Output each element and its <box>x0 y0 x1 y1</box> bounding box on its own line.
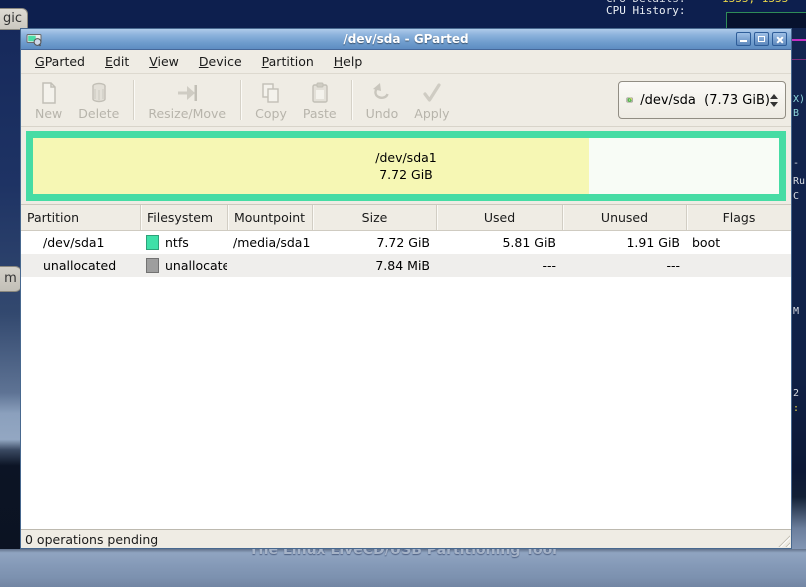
header-filesystem: Filesystem <box>140 205 227 230</box>
desktop: CPU Details: 1333, 1333 CPU History: X) … <box>0 0 806 587</box>
filesystem-color-swatch <box>146 235 159 250</box>
monitor-text-fragment: C <box>793 191 799 202</box>
resize-grip[interactable] <box>775 532 790 547</box>
monitor-text-fragment: : <box>793 403 799 414</box>
maximize-icon <box>758 36 765 42</box>
toolbar-separator <box>240 80 241 120</box>
menu-gparted[interactable]: GParted <box>27 51 93 72</box>
undo-button[interactable]: Undo <box>358 77 407 123</box>
table-empty-area <box>21 277 791 529</box>
menu-help[interactable]: Help <box>326 51 371 72</box>
toolbar: New Delete Resize/Move <box>21 74 791 127</box>
copy-button[interactable]: Copy <box>247 77 295 123</box>
desktop-right-strip: X) B - - Ru C M 2 : <box>792 28 806 549</box>
paste-icon <box>308 81 332 105</box>
clipped-monitor-values: 1333, 1333 <box>722 0 788 5</box>
pending-operations-text: 0 operations pending <box>25 532 158 547</box>
cpu-history-graph <box>726 12 806 28</box>
titlebar[interactable]: /dev/sda - GParted <box>21 29 791 50</box>
window-title: /dev/sda - GParted <box>21 32 791 46</box>
device-selector[interactable]: /dev/sda (7.73 GiB) <box>618 81 786 119</box>
new-button[interactable]: New <box>27 77 70 123</box>
menu-edit[interactable]: Edit <box>97 51 137 72</box>
statusbar: 0 operations pending <box>21 529 791 548</box>
device-selector-value: /dev/sda (7.73 GiB) <box>640 93 770 108</box>
cell-unused: 1.91 GiB <box>562 231 686 254</box>
paste-button[interactable]: Paste <box>295 77 345 123</box>
monitor-text-fragment: 2 <box>793 388 799 399</box>
monitor-graph-line <box>792 59 806 60</box>
resize-move-button[interactable]: Resize/Move <box>140 77 234 123</box>
cell-partition: /dev/sda1 <box>21 231 140 254</box>
background-window-tab-gic[interactable]: gic <box>0 8 28 30</box>
trash-icon <box>87 81 111 105</box>
menubar: GParted Edit View Device Partition Help <box>21 50 791 74</box>
close-button[interactable] <box>772 32 787 46</box>
monitor-text-fragment: Ru <box>793 176 805 187</box>
cell-used: --- <box>436 254 562 277</box>
cell-filesystem: ntfs <box>140 231 227 254</box>
menu-device[interactable]: Device <box>191 51 250 72</box>
table-header: Partition Filesystem Mountpoint Size Use… <box>21 205 791 231</box>
header-flags: Flags <box>686 205 791 230</box>
cell-flags <box>686 254 791 277</box>
header-unused: Unused <box>562 205 686 230</box>
minimize-button[interactable] <box>736 32 751 46</box>
spinner-arrows-icon[interactable] <box>770 94 778 107</box>
header-size: Size <box>312 205 436 230</box>
cell-unused: --- <box>562 254 686 277</box>
desktop-top-strip: CPU Details: 1333, 1333 CPU History: <box>0 0 806 28</box>
header-mountpoint: Mountpoint <box>227 205 312 230</box>
partition-bar-label: /dev/sda1 7.72 GiB <box>33 138 779 194</box>
partition-table: Partition Filesystem Mountpoint Size Use… <box>21 205 791 529</box>
monitor-text-fragment: M <box>793 306 799 317</box>
toolbar-separator <box>133 80 134 120</box>
minimize-icon <box>740 40 747 42</box>
disk-visual-panel: /dev/sda1 7.72 GiB <box>21 127 791 205</box>
cell-mountpoint <box>227 254 312 277</box>
undo-icon <box>370 81 394 105</box>
cpu-history-label: CPU History: <box>606 4 685 17</box>
resize-arrow-icon <box>175 81 199 105</box>
toolbar-separator <box>351 80 352 120</box>
cell-size: 7.84 MiB <box>312 254 436 277</box>
monitor-text-fragment: - - <box>793 158 806 169</box>
partition-visual-bar[interactable]: /dev/sda1 7.72 GiB <box>26 131 786 201</box>
new-document-icon <box>37 81 61 105</box>
cell-used: 5.81 GiB <box>436 231 562 254</box>
cell-flags: boot <box>686 231 791 254</box>
cell-mountpoint: /media/sda1 <box>227 231 312 254</box>
gparted-app-icon <box>26 31 42 47</box>
gparted-window: /dev/sda - GParted GParted Edit View Dev… <box>20 28 792 549</box>
menu-partition[interactable]: Partition <box>254 51 322 72</box>
maximize-button[interactable] <box>754 32 769 46</box>
apply-button[interactable]: Apply <box>406 77 457 123</box>
monitor-text-fragment: B <box>793 108 799 119</box>
copy-icon <box>259 81 283 105</box>
cell-partition: unallocated <box>21 254 140 277</box>
menu-view[interactable]: View <box>141 51 187 72</box>
monitor-graph-line <box>792 39 806 41</box>
cell-size: 7.72 GiB <box>312 231 436 254</box>
apply-check-icon <box>420 81 444 105</box>
monitor-text-fragment: X) <box>793 94 805 105</box>
filesystem-color-swatch <box>146 258 159 273</box>
header-used: Used <box>436 205 562 230</box>
table-row-unallocated[interactable]: unallocated unallocated 7.84 MiB --- --- <box>21 254 791 277</box>
harddisk-icon <box>626 88 633 112</box>
table-row-sda1[interactable]: /dev/sda1 ntfs /media/sda1 7.72 GiB 5.81… <box>21 231 791 254</box>
header-partition: Partition <box>21 205 140 230</box>
cell-filesystem: unallocated <box>140 254 227 277</box>
delete-button[interactable]: Delete <box>70 77 127 123</box>
background-window-tab-m[interactable]: m <box>0 266 22 292</box>
